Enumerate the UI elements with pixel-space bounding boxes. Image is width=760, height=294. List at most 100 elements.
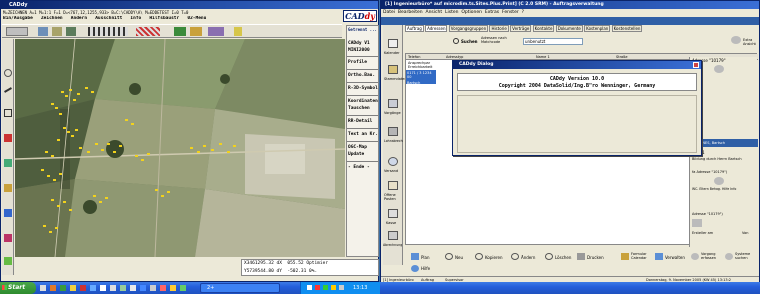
andern-icon[interactable] — [511, 253, 519, 260]
menu-bearbeiten[interactable]: Bearbeiten — [398, 10, 423, 15]
extra-ansicht-label[interactable]: Extra Ansicht — [743, 38, 759, 46]
side-item-tauschen[interactable]: Tauschen — [348, 105, 379, 113]
kasse-icon[interactable] — [388, 209, 398, 218]
side-item-mini2000[interactable]: MINI2000 — [348, 47, 379, 55]
menu-help[interactable]: ? — [522, 10, 524, 15]
tool-icon[interactable] — [208, 27, 224, 36]
abrechnung-icon[interactable] — [388, 231, 398, 240]
tool-icon[interactable] — [190, 27, 202, 36]
andern-button[interactable]: Ändern — [521, 255, 535, 260]
close-icon[interactable] — [693, 62, 699, 68]
menu-extras[interactable]: Extras — [485, 10, 499, 15]
extra-ansicht-icon[interactable] — [731, 36, 741, 44]
side-item-text-an-kr[interactable]: Text an Kr. — [348, 131, 379, 139]
systeme-icon[interactable] — [725, 253, 733, 260]
tab-kontakte[interactable]: Kontakte — [532, 25, 555, 32]
tray-icon[interactable] — [307, 285, 312, 290]
col-telefon[interactable]: Telefon — [408, 54, 420, 60]
plan-icon[interactable] — [411, 253, 419, 260]
tool-icon[interactable] — [4, 69, 12, 77]
side-item-update[interactable]: Update — [348, 151, 379, 159]
kopieren-button[interactable]: Kopieren — [485, 255, 503, 260]
formular-button[interactable]: Formular Calendar — [631, 252, 651, 260]
quicklaunch-icon[interactable] — [180, 285, 186, 291]
aerial-photo-canvas[interactable] — [15, 39, 345, 257]
side-item-ortho-bau[interactable]: Ortho.Bau. — [348, 72, 379, 80]
quicklaunch-icon[interactable] — [60, 285, 66, 291]
neu-button[interactable]: Neu — [455, 255, 463, 260]
menu-info[interactable]: Info — [130, 16, 141, 21]
menu-hilfsbaustr[interactable]: Hilfsbaustr — [149, 16, 179, 21]
quicklaunch-icon[interactable] — [170, 285, 176, 291]
nav-lohnabrechnungen[interactable]: Lohnabrechnungen — [384, 139, 403, 143]
nav-vorgange[interactable]: Vorgänge — [384, 111, 401, 116]
tool-icon[interactable] — [66, 27, 76, 36]
offene-posten-icon[interactable] — [388, 181, 398, 190]
tab-vorgangsgruppen[interactable]: Vorgangsgruppen — [448, 25, 489, 32]
side-item-rr-detail[interactable]: RR-Detail — [348, 118, 379, 126]
quicklaunch-icon[interactable] — [150, 285, 156, 291]
tool-icon[interactable] — [4, 209, 12, 217]
tray-icon[interactable] — [331, 285, 336, 290]
nav-kasse[interactable]: Kasse — [386, 221, 396, 226]
menu-zeichnen[interactable]: Zeichnen — [41, 16, 63, 21]
vorgange-icon[interactable] — [388, 99, 398, 108]
tool-icon[interactable] — [4, 87, 12, 93]
quicklaunch-icon[interactable] — [130, 285, 136, 291]
vorgang-button[interactable]: Vorgang erfassen — [701, 252, 721, 260]
loschen-icon[interactable] — [545, 253, 553, 260]
kopieren-icon[interactable] — [475, 253, 483, 260]
start-button[interactable]: Start — [0, 282, 36, 294]
quicklaunch-icon[interactable] — [80, 285, 86, 291]
detail-icon[interactable] — [714, 65, 724, 73]
search-icon[interactable] — [453, 38, 459, 44]
quicklaunch-icon[interactable] — [140, 285, 146, 291]
menu-bin-ausgabe[interactable]: Bin/Ausgabe — [3, 16, 33, 21]
menu-ansicht[interactable]: Ansicht — [426, 10, 443, 15]
tool-icon[interactable] — [4, 159, 12, 167]
verwalten-icon[interactable] — [655, 253, 663, 260]
formular-icon[interactable] — [621, 253, 629, 260]
tray-icon[interactable] — [339, 285, 344, 290]
kalender-icon[interactable] — [388, 39, 398, 48]
versand-icon[interactable] — [388, 157, 398, 166]
tab-historie[interactable]: Historie — [489, 25, 509, 32]
loschen-button[interactable]: Löschen — [555, 255, 571, 260]
hilfe-button[interactable]: Hilfe — [421, 266, 430, 271]
tool-icon[interactable] — [88, 27, 128, 36]
quicklaunch-icon[interactable] — [160, 285, 166, 291]
quicklaunch-icon[interactable] — [40, 285, 46, 291]
verwalten-button[interactable]: Verwalten — [665, 255, 685, 260]
tool-icon[interactable] — [38, 27, 48, 36]
tool-icon[interactable] — [174, 27, 186, 36]
tool-icon[interactable] — [4, 184, 12, 192]
menu-datei[interactable]: Datei — [383, 10, 395, 15]
side-item-ende[interactable]: - Ende - — [348, 164, 379, 172]
tool-icon[interactable] — [4, 109, 12, 117]
clock[interactable]: 13:13 — [353, 282, 367, 294]
stammdaten-icon[interactable] — [388, 65, 398, 74]
tool-icon[interactable] — [234, 27, 242, 36]
detail-icon[interactable] — [692, 219, 702, 227]
nav-offene-posten[interactable]: Offene Posten — [384, 193, 403, 201]
tab-dokumente[interactable]: Dokumente — [555, 25, 583, 32]
quicklaunch-icon[interactable] — [110, 285, 116, 291]
tab-vertrage[interactable]: Verträge — [510, 25, 532, 32]
tool-icon[interactable] — [136, 27, 160, 36]
nav-kalender[interactable]: Kalender — [384, 51, 400, 56]
tab-adressen[interactable]: Adressen — [425, 25, 448, 32]
tab-kostenstellen[interactable]: Kostenstellen — [611, 25, 643, 32]
nav-stammdaten[interactable]: Stammdaten — [384, 77, 407, 81]
side-item-profile[interactable]: Profile — [348, 59, 379, 67]
tab-auftrag[interactable]: Auftrag — [405, 25, 424, 32]
tray-icon[interactable] — [315, 285, 320, 290]
nav-versand[interactable]: Versand — [384, 169, 398, 174]
tool-icon[interactable] — [52, 27, 62, 36]
menu-fenster[interactable]: Fenster — [502, 10, 519, 15]
tool-icon[interactable] — [6, 27, 28, 36]
menu-02-menu[interactable]: 02-Menü — [187, 16, 206, 21]
taskbar-group-button[interactable]: 2+ — [200, 283, 280, 293]
tab-kostenplan[interactable]: Kostenplan — [584, 25, 611, 32]
lohnabrechnungen-icon[interactable] — [388, 127, 398, 136]
detail-icon[interactable] — [714, 177, 724, 185]
